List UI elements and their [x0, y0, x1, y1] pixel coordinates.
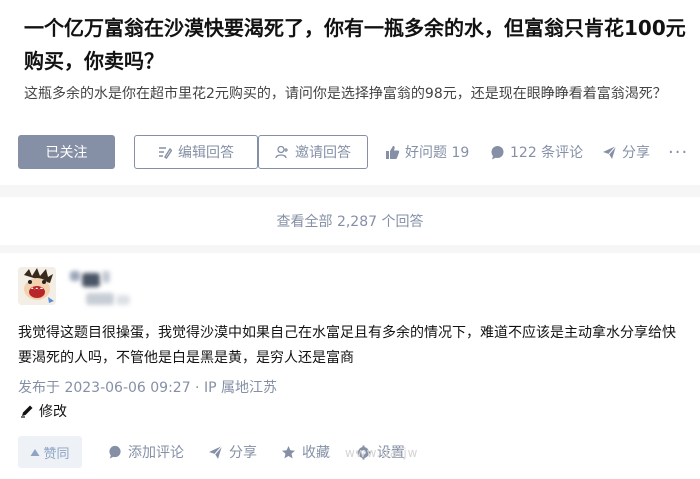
- comments-button[interactable]: 122 条评论: [490, 135, 583, 169]
- collect-button[interactable]: 收藏: [281, 436, 330, 468]
- question-detail: 这瓶多余的水是你在超市里花2元购买的，请问你是选择挣富翁的98元，还是现在眼睁睁…: [24, 86, 667, 102]
- comments-label: 122 条评论: [510, 145, 584, 161]
- blurred-name-block: [102, 271, 110, 283]
- blurred-name-block: [70, 271, 80, 281]
- good-question-label: 好问题 19: [405, 145, 470, 161]
- answer-published-time[interactable]: 发布于 2023-06-06 09:27 · IP 属地江苏: [18, 377, 277, 397]
- add-comment-button[interactable]: 添加评论: [108, 436, 184, 468]
- cartoon-avatar-icon: [18, 267, 56, 305]
- invite-icon: [275, 145, 289, 159]
- add-comment-label: 添加评论: [128, 445, 184, 461]
- edit-icon: [158, 145, 172, 159]
- pencil-icon: [20, 404, 34, 418]
- question-card: 一个亿万富翁在沙漠快要渴死了，你有一瓶多余的水，但富翁只肯花100元购买，你卖吗…: [0, 0, 700, 185]
- avatar[interactable]: [18, 267, 56, 305]
- edit-answer-link[interactable]: 修改: [20, 401, 67, 421]
- blurred-name-block: [116, 295, 130, 305]
- good-question-button[interactable]: 好问题 19: [385, 135, 469, 169]
- author-info-blurred: [68, 265, 148, 311]
- view-all-answers-link[interactable]: 查看全部 2,287 个回答: [0, 197, 700, 245]
- share-question-label: 分享: [622, 145, 650, 161]
- question-actions: 已关注 编辑回答 邀请回答 好问题 19 122 条评论 分享 ···: [18, 135, 698, 171]
- blurred-name-block: [86, 293, 114, 305]
- upvote-button[interactable]: 赞同: [18, 436, 82, 468]
- answer-content: 我觉得这题目很操蛋，我觉得沙漠中如果自己在水富足且有多余的情况下，难道不应该是主…: [18, 325, 676, 366]
- upvote-label: 赞同: [43, 446, 70, 462]
- blurred-name-block: [82, 273, 100, 287]
- collect-label: 收藏: [302, 445, 330, 461]
- more-options-button[interactable]: ···: [668, 135, 688, 169]
- share-question-button[interactable]: 分享: [602, 135, 650, 169]
- comment-bubble-icon: [490, 145, 505, 160]
- view-all-answers-label: 查看全部 2,287 个回答: [276, 214, 424, 230]
- invite-answer-label: 邀请回答: [295, 145, 351, 161]
- thumbs-up-icon: [385, 145, 400, 160]
- more-dots-icon: ···: [668, 141, 689, 163]
- invite-answer-button[interactable]: 邀请回答: [258, 135, 368, 169]
- paper-plane-icon: [602, 145, 617, 160]
- edit-answer-button[interactable]: 编辑回答: [134, 135, 258, 169]
- star-icon: [281, 445, 296, 460]
- followed-button[interactable]: 已关注: [18, 135, 115, 169]
- comment-bubble-icon: [108, 445, 122, 459]
- question-title[interactable]: 一个亿万富翁在沙漠快要渴死了，你有一瓶多余的水，但富翁只肯花100元购买，你卖吗…: [24, 12, 694, 78]
- edit-answer-link-label: 修改: [39, 404, 67, 420]
- share-answer-button[interactable]: 分享: [208, 436, 257, 468]
- upvote-triangle-icon: [30, 448, 40, 457]
- watermark-text: www.dafjw: [345, 446, 419, 460]
- paper-plane-icon: [208, 445, 223, 460]
- share-answer-label: 分享: [229, 445, 257, 461]
- followed-label: 已关注: [45, 145, 88, 161]
- edit-answer-label: 编辑回答: [178, 145, 234, 161]
